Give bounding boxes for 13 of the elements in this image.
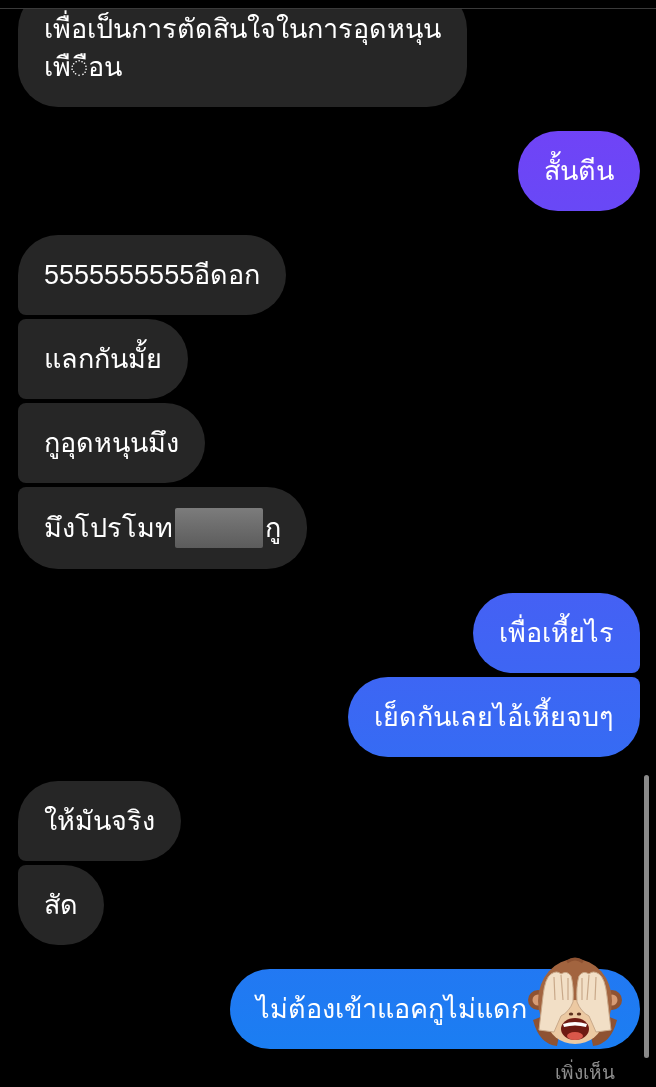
message-text: สั้นตีน xyxy=(544,152,614,190)
message-text: กู xyxy=(265,512,281,546)
message-text: แลกกันมั้ย xyxy=(44,340,162,378)
message-text: เพื่อเป็นการตัดสินใจในการอุดหนุน เพื◌ือน xyxy=(44,10,441,86)
message-text: มึงโปรโมท xyxy=(44,512,173,545)
message-text: เย็ดกันเลยไอ้เหี้ยจบๆ xyxy=(374,698,614,736)
message-text: กูอุดหนุนมึง xyxy=(44,427,179,461)
seen-status: เพิ่งเห็น xyxy=(555,1061,615,1085)
message-text: เพื่อเหี้ยไร xyxy=(499,614,614,652)
message-text: 5555555555อีดอก xyxy=(44,259,261,292)
message-text: สัด xyxy=(44,889,78,922)
message-text: ไม่ต้องเข้าแอคกูไม่แดก xyxy=(256,993,527,1027)
message-text: ให้มันจริง xyxy=(44,805,155,838)
